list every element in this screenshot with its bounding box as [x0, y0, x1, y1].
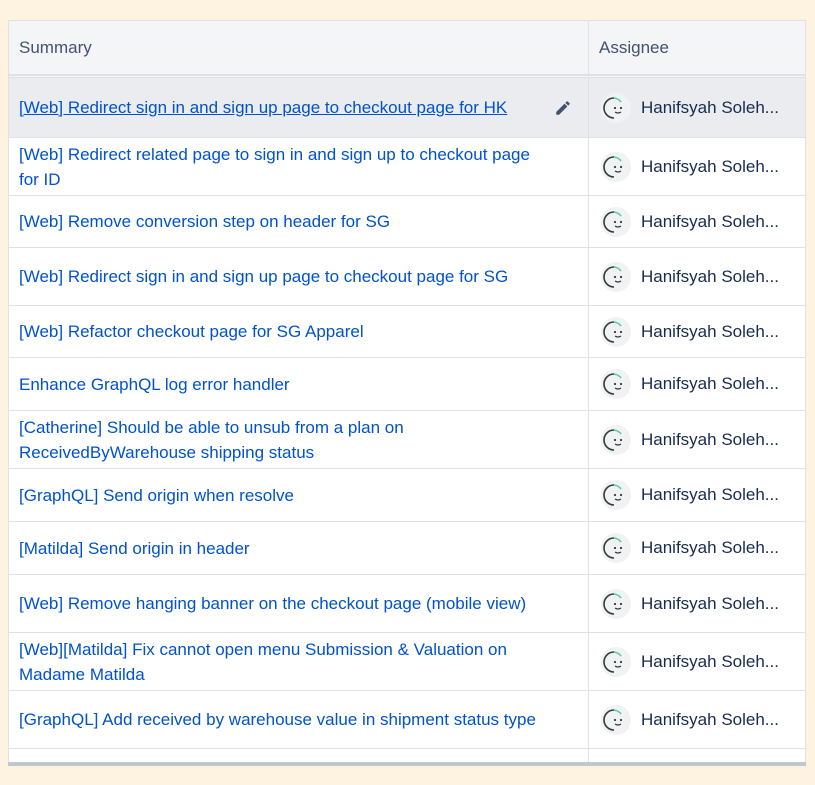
assignee-cell: Hanifsyah Soleh...: [589, 411, 805, 468]
assignee-name[interactable]: Hanifsyah Soleh...: [641, 98, 779, 118]
assignee-cell: Hanifsyah Soleh...: [589, 522, 805, 574]
summary-cell: [Catherine] Should be able to unsub from…: [9, 411, 589, 468]
issue-table: Summary Assignee [Web] Redirect sign in …: [8, 20, 806, 765]
column-header-summary[interactable]: Summary: [9, 21, 589, 74]
summary-cell: [Web] Remove conversion step on header f…: [9, 196, 589, 247]
summary-cell: Enhance GraphQL log error handler: [9, 358, 589, 410]
assignee-name[interactable]: Hanifsyah Soleh...: [641, 322, 779, 342]
assignee-name[interactable]: Hanifsyah Soleh...: [641, 430, 779, 450]
table-row[interactable]: [GraphQL] Add received by warehouse valu…: [9, 691, 805, 749]
table-row[interactable]: [Web] Remove hanging banner on the check…: [9, 575, 805, 633]
assignee-name[interactable]: Hanifsyah Soleh...: [641, 485, 779, 505]
assignee-name[interactable]: Hanifsyah Soleh...: [641, 212, 779, 232]
issue-summary-link[interactable]: Enhance GraphQL log error handler: [19, 372, 290, 397]
table-row[interactable]: [Web][Matilda] Fix cannot open menu Subm…: [9, 633, 805, 691]
avatar-face-icon: [601, 316, 631, 347]
avatar-face-icon: [601, 646, 631, 677]
summary-cell: [Web] Redirect sign in and sign up page …: [9, 78, 589, 137]
assignee-name[interactable]: Hanifsyah Soleh...: [641, 374, 779, 394]
issue-summary-link[interactable]: [Catherine] Should be able to unsub from…: [19, 415, 538, 465]
table-row[interactable]: [Matilda] Send origin in header Hanifsya…: [9, 522, 805, 575]
assignee-cell: Hanifsyah Soleh...: [589, 575, 805, 632]
assignee-name[interactable]: Hanifsyah Soleh...: [641, 594, 779, 614]
assignee-cell: Hanifsyah Soleh...: [589, 469, 805, 521]
summary-cell: [Web] Redirect sign in and sign up page …: [9, 248, 589, 305]
summary-cell: [Web][Matilda] Fix cannot open menu Subm…: [9, 633, 589, 690]
assignee-name[interactable]: Hanifsyah Soleh...: [641, 267, 779, 287]
avatar-face-icon: [601, 480, 631, 510]
avatar-face-icon: [601, 151, 631, 182]
table-row[interactable]: [GraphQL] Send origin when resolve Hanif…: [9, 469, 805, 522]
pencil-icon[interactable]: [554, 99, 572, 117]
issue-summary-link[interactable]: [Web] Redirect sign in and sign up page …: [19, 95, 507, 120]
assignee-cell: Hanifsyah Soleh...: [589, 358, 805, 410]
assignee-cell: Hanifsyah Soleh...: [589, 248, 805, 305]
issue-summary-link[interactable]: [GraphQL] Add received by warehouse valu…: [19, 707, 536, 732]
assignee-cell: Hanifsyah Soleh...: [589, 196, 805, 247]
avatar-face-icon: [601, 206, 631, 237]
assignee-cell: Hanifsyah Soleh...: [589, 138, 805, 195]
summary-cell: [Web] Redirect related page to sign in a…: [9, 138, 589, 195]
assignee-cell: Hanifsyah Soleh...: [589, 691, 805, 748]
assignee-name[interactable]: Hanifsyah Soleh...: [641, 157, 779, 177]
table-row[interactable]: [Catherine] Should be able to unsub from…: [9, 411, 805, 469]
issue-summary-link[interactable]: [Matilda] Send origin in header: [19, 536, 250, 561]
assignee-name[interactable]: Hanifsyah Soleh...: [641, 538, 779, 558]
summary-cell: [Web] Remove hanging banner on the check…: [9, 575, 589, 632]
table-row[interactable]: [Web] Redirect sign in and sign up page …: [9, 78, 805, 138]
assignee-cell: Hanifsyah Soleh...: [589, 306, 805, 357]
issue-summary-link[interactable]: [Web] Redirect related page to sign in a…: [19, 142, 538, 192]
issue-summary-link[interactable]: [Web][Matilda] Fix cannot open menu Subm…: [19, 637, 538, 687]
avatar-face-icon: [601, 92, 631, 123]
avatar-face-icon: [601, 704, 631, 735]
table-row[interactable]: [Web] Refactor checkout page for SG Appa…: [9, 306, 805, 358]
column-header-assignee[interactable]: Assignee: [589, 21, 805, 74]
issue-summary-link[interactable]: [Web] Remove conversion step on header f…: [19, 209, 390, 234]
issue-summary-link[interactable]: [GraphQL] Send origin when resolve: [19, 483, 294, 508]
table-row[interactable]: [Web] Redirect sign in and sign up page …: [9, 248, 805, 306]
avatar-face-icon: [601, 588, 631, 619]
summary-cell: [Matilda] Send origin in header: [9, 522, 589, 574]
column-header-summary-label: Summary: [19, 37, 92, 57]
column-header-assignee-label: Assignee: [599, 37, 669, 57]
issue-summary-link[interactable]: [Web] Remove hanging banner on the check…: [19, 591, 526, 616]
summary-cell: [GraphQL] Add received by warehouse valu…: [9, 691, 589, 748]
table-row[interactable]: Enhance GraphQL log error handler Hanifs…: [9, 358, 805, 411]
assignee-cell: Hanifsyah Soleh...: [589, 78, 805, 137]
table-row[interactable]: [Web] Redirect related page to sign in a…: [9, 138, 805, 196]
assignee-name[interactable]: Hanifsyah Soleh...: [641, 652, 779, 672]
avatar-face-icon: [601, 533, 631, 563]
avatar-face-icon: [601, 261, 631, 292]
assignee-name[interactable]: Hanifsyah Soleh...: [641, 710, 779, 730]
assignee-cell: Hanifsyah Soleh...: [589, 633, 805, 690]
table-header: Summary Assignee: [9, 21, 805, 76]
avatar-face-icon: [601, 424, 631, 455]
issue-summary-link[interactable]: [Web] Redirect sign in and sign up page …: [19, 264, 508, 289]
horizontal-scrollbar[interactable]: [8, 762, 806, 766]
table-row[interactable]: [Web] Remove conversion step on header f…: [9, 196, 805, 248]
summary-cell: [GraphQL] Send origin when resolve: [9, 469, 589, 521]
summary-cell: [Web] Refactor checkout page for SG Appa…: [9, 306, 589, 357]
avatar-face-icon: [601, 369, 631, 399]
issue-summary-link[interactable]: [Web] Refactor checkout page for SG Appa…: [19, 319, 364, 344]
